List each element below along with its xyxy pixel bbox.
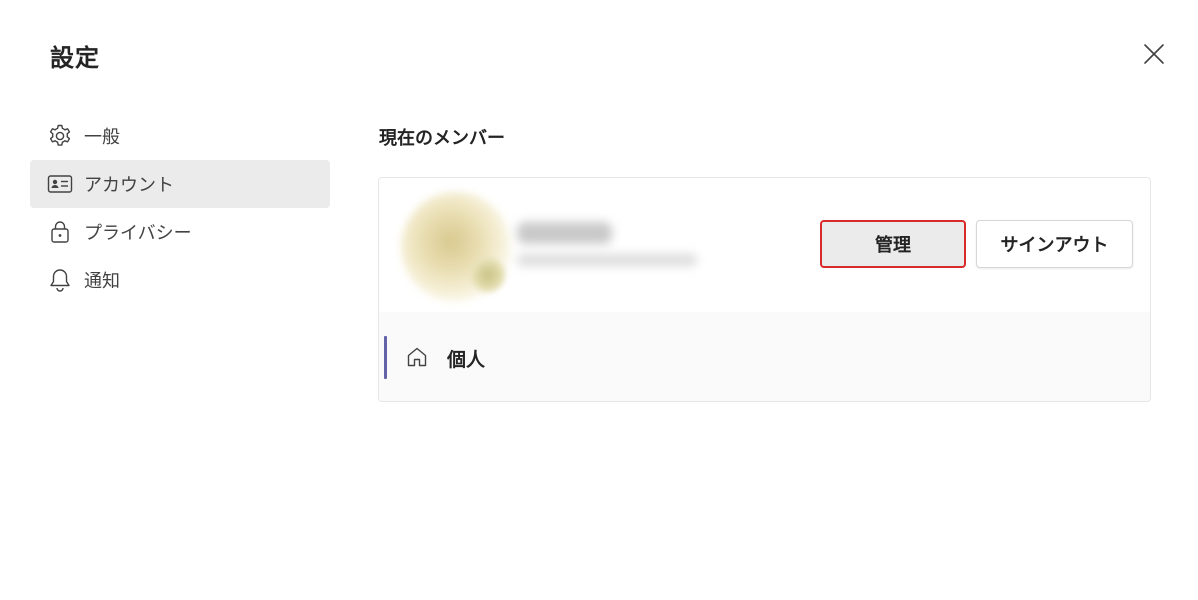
avatar-status-badge — [471, 258, 505, 292]
sidebar-item-general[interactable]: 一般 — [30, 112, 330, 160]
active-tenant-indicator — [384, 336, 387, 379]
tenant-item-personal[interactable]: 個人 — [379, 312, 1150, 401]
close-button[interactable] — [1140, 40, 1168, 68]
sidebar-item-notifications[interactable]: 通知 — [30, 256, 330, 304]
section-title: 現在のメンバー — [379, 128, 505, 149]
account-card-header: 管理 サインアウト — [379, 178, 1150, 313]
id-card-icon — [47, 171, 73, 197]
close-icon — [1144, 44, 1164, 64]
settings-dialog: 設定 一般 アカウント プライバシー 通知 現在のメンバー 管理 サインアウト … — [0, 0, 1198, 600]
sidebar-item-label: 一般 — [84, 127, 120, 148]
tenant-label: 個人 — [447, 349, 486, 371]
dialog-title: 設定 — [50, 44, 100, 72]
user-email-blurred — [517, 254, 697, 266]
manage-button[interactable]: 管理 — [820, 220, 966, 268]
sidebar-item-label: プライバシー — [84, 223, 192, 244]
sidebar-item-account[interactable]: アカウント — [30, 160, 330, 208]
user-name-blurred — [517, 222, 612, 244]
sidebar-item-label: アカウント — [84, 175, 174, 196]
sign-out-button[interactable]: サインアウト — [976, 220, 1133, 268]
settings-sidebar: 一般 アカウント プライバシー 通知 — [30, 112, 330, 304]
sidebar-item-privacy[interactable]: プライバシー — [30, 208, 330, 256]
bell-icon — [47, 267, 73, 293]
sidebar-item-label: 通知 — [84, 271, 120, 292]
home-icon — [405, 345, 429, 369]
lock-icon — [47, 219, 73, 245]
account-card: 管理 サインアウト 個人 — [378, 177, 1151, 402]
tenant-list: 個人 — [379, 312, 1150, 401]
gear-icon — [47, 123, 73, 149]
